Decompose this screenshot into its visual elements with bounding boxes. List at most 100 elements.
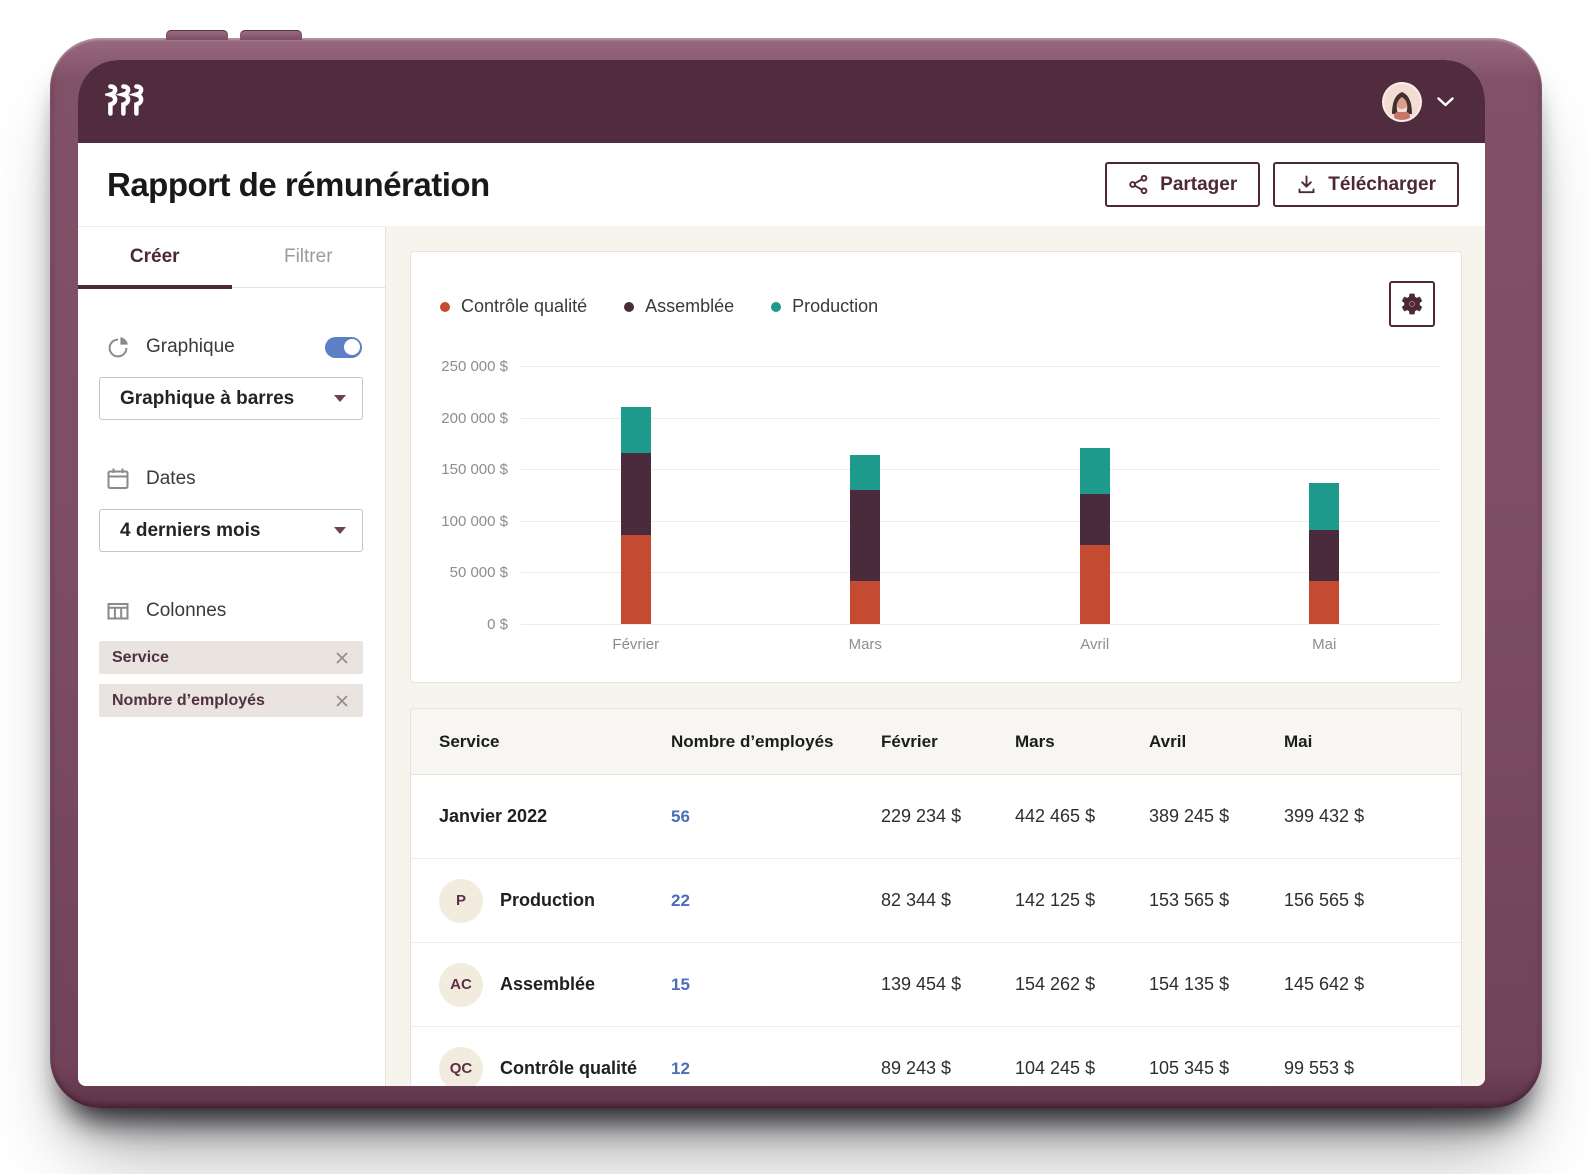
bar-segment — [1080, 545, 1110, 625]
rippling-logo — [105, 82, 147, 122]
table-header-cell: Service — [439, 732, 671, 752]
bar-column — [521, 366, 751, 624]
bars-layer — [521, 366, 1439, 624]
chip-label: Service — [112, 649, 169, 667]
service-name: Production — [500, 890, 595, 911]
service-avatar: QC — [439, 1047, 483, 1087]
bar-segment — [621, 453, 651, 536]
graphique-label: Graphique — [146, 336, 235, 358]
chart-legend: Contrôle qualité Assemblée Production — [440, 296, 878, 317]
table-header-row: ServiceNombre d’employésFévrierMarsAvril… — [411, 709, 1461, 775]
amount-cell: 229 234 $ — [881, 806, 1015, 827]
legend-label: Assemblée — [645, 296, 734, 317]
bar-segment — [1080, 494, 1110, 545]
bar-segment — [1309, 581, 1339, 624]
page-title: Rapport de rémunération — [107, 166, 490, 204]
amount-cell: 145 642 $ — [1284, 974, 1461, 995]
share-button-label: Partager — [1160, 174, 1237, 196]
legend-item: Assemblée — [624, 296, 734, 317]
tab-creer[interactable]: Créer — [78, 227, 232, 287]
amount-cell: 142 125 $ — [1015, 890, 1149, 911]
stacked-bar[interactable] — [1080, 448, 1110, 624]
table-row[interactable]: PProduction2282 344 $142 125 $153 565 $1… — [411, 859, 1461, 943]
employee-count-link[interactable]: 56 — [671, 807, 881, 827]
employee-count-link[interactable]: 12 — [671, 1059, 881, 1079]
bar-segment — [850, 490, 880, 581]
dates-select[interactable]: 4 derniers mois — [99, 509, 363, 552]
employee-count-link[interactable]: 22 — [671, 891, 881, 911]
bar-segment — [850, 455, 880, 490]
amount-cell: 156 565 $ — [1284, 890, 1461, 911]
table-header-cell: Nombre d’employés — [671, 732, 881, 752]
stacked-bar[interactable] — [621, 407, 651, 624]
pie-chart-icon — [105, 334, 131, 360]
employee-count-link[interactable]: 15 — [671, 975, 881, 995]
main-content: Contrôle qualité Assemblée Production 250 … — [386, 226, 1485, 1086]
y-axis-tick-label: 100 000 $ — [413, 513, 508, 530]
stacked-bar[interactable] — [1309, 483, 1339, 624]
service-name: Contrôle qualité — [500, 1058, 637, 1079]
bar-segment — [1080, 448, 1110, 494]
tablet-device-frame: Rapport de rémunération Partager — [50, 38, 1542, 1108]
y-axis-tick-label: 50 000 $ — [413, 564, 508, 581]
tab-filtrer[interactable]: Filtrer — [232, 227, 386, 287]
chevron-down-icon[interactable] — [1437, 97, 1454, 107]
amount-cell: 82 344 $ — [881, 890, 1015, 911]
chart-type-value: Graphique à barres — [120, 388, 294, 410]
user-avatar[interactable] — [1382, 82, 1422, 122]
download-button[interactable]: Télécharger — [1273, 162, 1459, 207]
app-screen: Rapport de rémunération Partager — [78, 60, 1485, 1086]
chart-settings-button[interactable] — [1389, 281, 1435, 327]
volume-button — [166, 30, 228, 40]
x-axis-tick-label: Février — [521, 636, 751, 653]
table-header-cell: Mars — [1015, 732, 1149, 752]
table-header-cell: Avril — [1149, 732, 1284, 752]
table-row[interactable]: QC Contrôle qualité 1289 243 $104 245 $105… — [411, 1027, 1461, 1086]
table-header-cell: Février — [881, 732, 1015, 752]
dates-section-row: Dates — [105, 466, 362, 492]
chart-type-select[interactable]: Graphique à barres — [99, 377, 363, 420]
y-axis-tick-label: 0 $ — [413, 616, 508, 633]
amount-cell: 154 135 $ — [1149, 974, 1284, 995]
column-chip-service: Service — [99, 641, 363, 674]
bar-segment — [621, 407, 651, 452]
dates-value: 4 derniers mois — [120, 520, 260, 542]
service-name: Assemblée — [500, 974, 595, 995]
amount-cell: 99 553 $ — [1284, 1058, 1461, 1079]
app-topbar — [78, 60, 1485, 143]
amount-cell: 89 243 $ — [881, 1058, 1015, 1079]
gridline — [521, 624, 1439, 625]
sidebar: Créer Filtrer Graphique Graphique à barr… — [78, 226, 386, 1086]
legend-item: Production — [771, 296, 878, 317]
legend-dot — [440, 302, 450, 312]
amount-cell: 105 345 $ — [1149, 1058, 1284, 1079]
table-row[interactable]: ACAssemblée15139 454 $154 262 $154 135 $… — [411, 943, 1461, 1027]
colonnes-section-row: Colonnes — [105, 598, 362, 624]
service-name: Janvier 2022 — [439, 806, 547, 827]
sidebar-tabs: Créer Filtrer — [78, 227, 385, 288]
close-icon[interactable] — [334, 693, 350, 709]
amount-cell: 154 262 $ — [1015, 974, 1149, 995]
stacked-bar[interactable] — [850, 455, 880, 624]
service-cell: ACAssemblée — [439, 963, 671, 1007]
graphique-toggle[interactable] — [325, 337, 362, 358]
close-icon[interactable] — [334, 650, 350, 666]
share-icon — [1128, 174, 1149, 195]
table-row[interactable]: Janvier 202256229 234 $442 465 $389 245 … — [411, 775, 1461, 859]
table-header-cell: Mai — [1284, 732, 1461, 752]
plot-area: 250 000 $200 000 $150 000 $100 000 $50 0… — [521, 366, 1439, 624]
amount-cell: 104 245 $ — [1015, 1058, 1149, 1079]
share-button[interactable]: Partager — [1105, 162, 1260, 207]
legend-label: Production — [792, 296, 878, 317]
download-button-label: Télécharger — [1328, 174, 1436, 196]
service-cell: QC Contrôle qualité — [439, 1047, 671, 1087]
bar-segment — [850, 581, 880, 624]
bar-column — [1210, 366, 1440, 624]
bar-segment — [621, 535, 651, 624]
legend-dot — [771, 302, 781, 312]
legend-label: Contrôle qualité — [461, 296, 587, 317]
x-axis-tick-label: Mai — [1210, 636, 1440, 653]
service-cell: PProduction — [439, 879, 671, 923]
bar-column — [751, 366, 981, 624]
caret-down-icon — [334, 527, 346, 534]
